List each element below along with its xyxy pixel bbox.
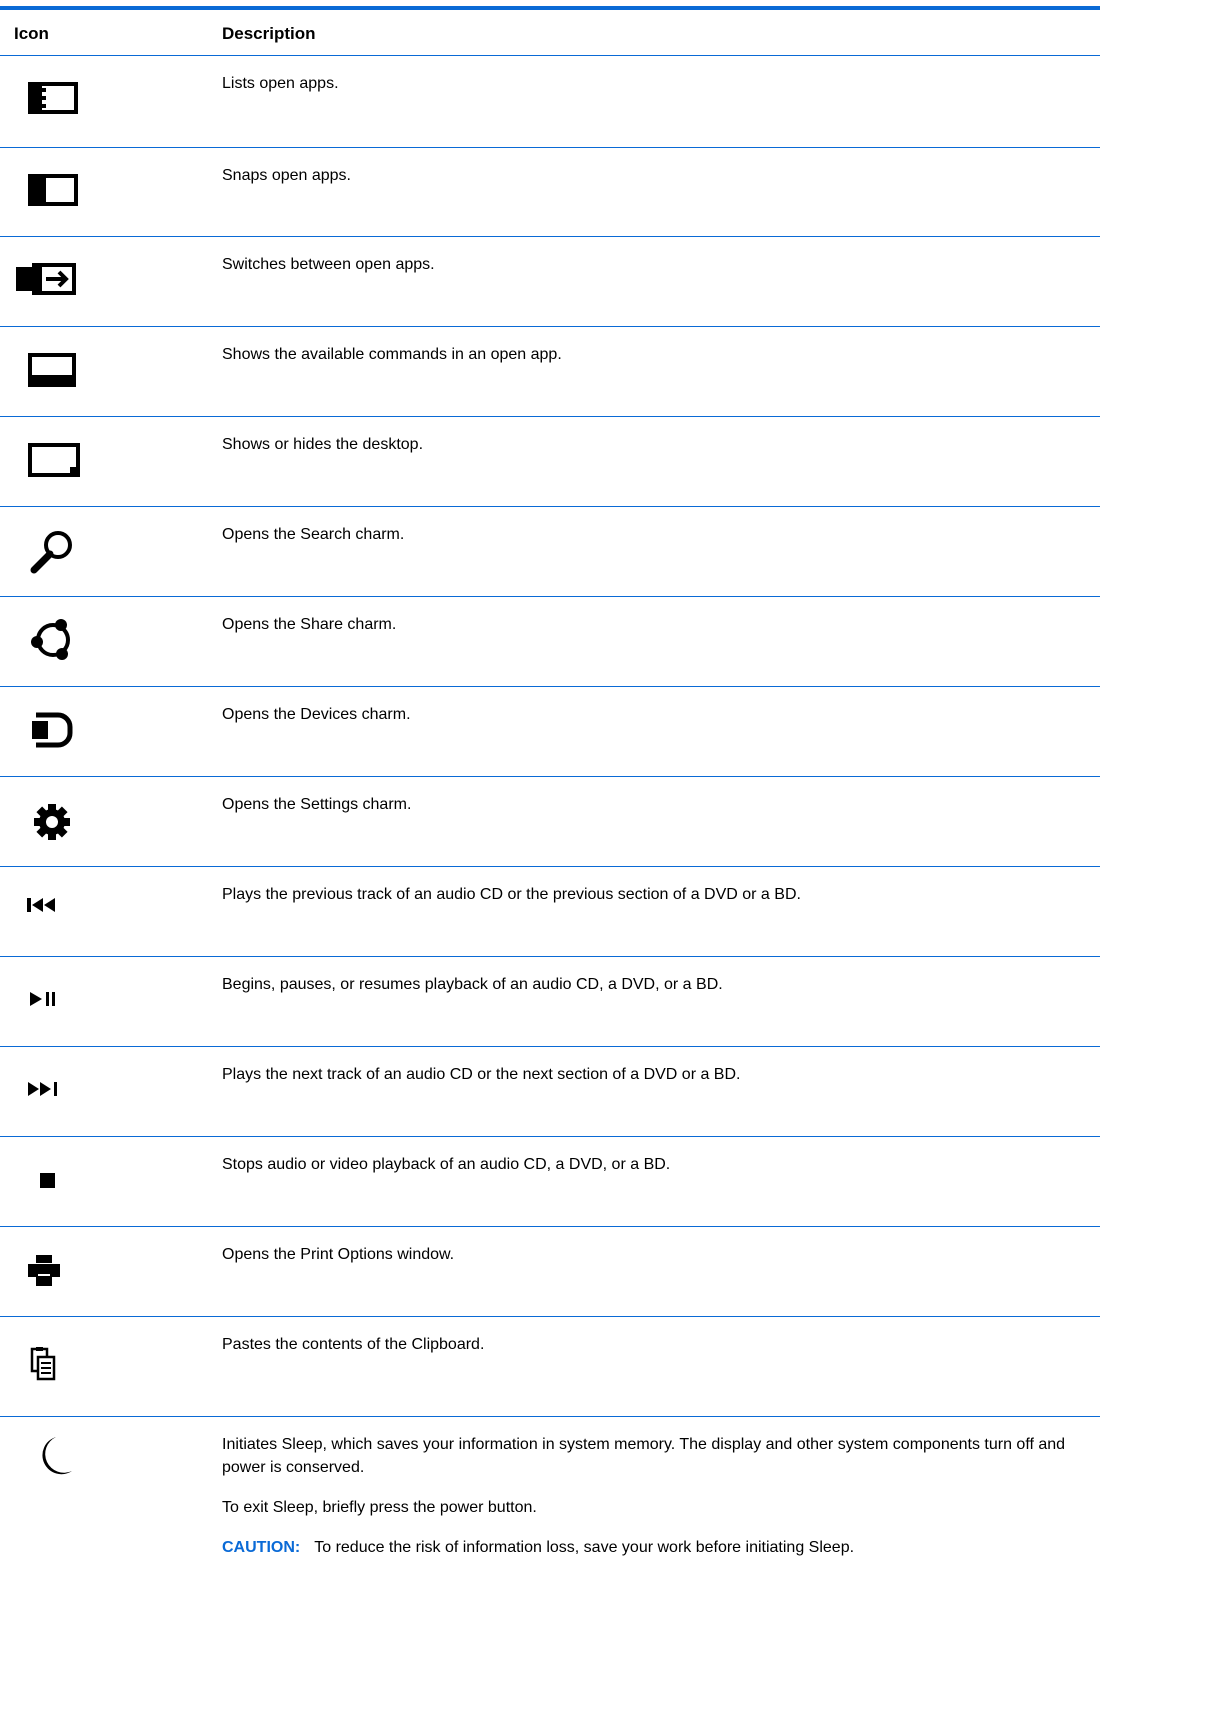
- app-list-icon: [28, 78, 88, 126]
- settings-gear-icon: [28, 797, 88, 845]
- caution-label: CAUTION:: [222, 1539, 301, 1556]
- clipboard-paste-icon: [30, 1345, 90, 1393]
- row-description: Begins, pauses, or resumes playback of a…: [222, 976, 723, 993]
- row-description: Shows or hides the desktop.: [222, 436, 424, 453]
- row-description: Opens the Devices charm.: [222, 706, 411, 723]
- table-row: Opens the Devices charm.: [0, 687, 1100, 777]
- table-row: Lists open apps.: [0, 56, 1100, 148]
- caution-note: CAUTION: To reduce the risk of informatio…: [222, 1536, 1092, 1559]
- search-icon: [28, 527, 88, 575]
- table-row: Stops audio or video playback of an audi…: [0, 1137, 1100, 1227]
- snap-icon: [28, 170, 88, 218]
- switch-apps-icon: [16, 259, 76, 307]
- table-row: Opens the Share charm.: [0, 597, 1100, 687]
- table-row: Opens the Search charm.: [0, 507, 1100, 597]
- next-track-icon: [26, 1077, 86, 1125]
- row-description: Opens the Print Options window.: [222, 1246, 455, 1263]
- table-row: Shows the available commands in an open …: [0, 327, 1100, 417]
- devices-icon: [28, 709, 88, 757]
- row-description: Opens the Search charm.: [222, 526, 405, 543]
- table-row: Initiates Sleep, which saves your inform…: [0, 1417, 1100, 1717]
- play-pause-icon: [28, 987, 88, 1035]
- header-description-column: Description: [222, 24, 316, 43]
- row-description: Initiates Sleep, which saves your inform…: [222, 1436, 1066, 1476]
- row-description: Stops audio or video playback of an audi…: [222, 1156, 671, 1173]
- row-description: Plays the previous track of an audio CD …: [222, 886, 801, 903]
- row-description: Pastes the contents of the Clipboard.: [222, 1336, 485, 1353]
- row-description: Lists open apps.: [222, 75, 339, 92]
- previous-track-icon: [25, 893, 85, 941]
- table-row: Shows or hides the desktop.: [0, 417, 1100, 507]
- table-row: Plays the previous track of an audio CD …: [0, 867, 1100, 957]
- stop-icon: [38, 1171, 98, 1219]
- table-row: Opens the Print Options window.: [0, 1227, 1100, 1317]
- row-description: Switches between open apps.: [222, 256, 435, 273]
- row-description: Shows the available commands in an open …: [222, 346, 562, 363]
- app-commands-icon: [28, 351, 88, 399]
- row-description: Opens the Share charm.: [222, 616, 397, 633]
- printer-icon: [26, 1253, 86, 1301]
- table-row: Plays the next track of an audio CD or t…: [0, 1047, 1100, 1137]
- caution-text: To reduce the risk of information loss, …: [314, 1539, 855, 1556]
- share-icon: [28, 615, 88, 663]
- header-icon-column: Icon: [14, 24, 49, 43]
- table-row: Begins, pauses, or resumes playback of a…: [0, 957, 1100, 1047]
- table-header: Icon Description: [0, 10, 1100, 56]
- row-description: Plays the next track of an audio CD or t…: [222, 1066, 741, 1083]
- show-desktop-icon: [28, 441, 88, 489]
- row-description: Opens the Settings charm.: [222, 796, 412, 813]
- table-row: Pastes the contents of the Clipboard.: [0, 1317, 1100, 1417]
- table-row: Snaps open apps.: [0, 148, 1100, 237]
- sleep-moon-icon: [28, 1433, 88, 1481]
- row-description: Snaps open apps.: [222, 167, 351, 184]
- table-row: Opens the Settings charm.: [0, 777, 1100, 867]
- row-extra-note: To exit Sleep, briefly press the power b…: [222, 1499, 537, 1516]
- table-row: Switches between open apps.: [0, 237, 1100, 327]
